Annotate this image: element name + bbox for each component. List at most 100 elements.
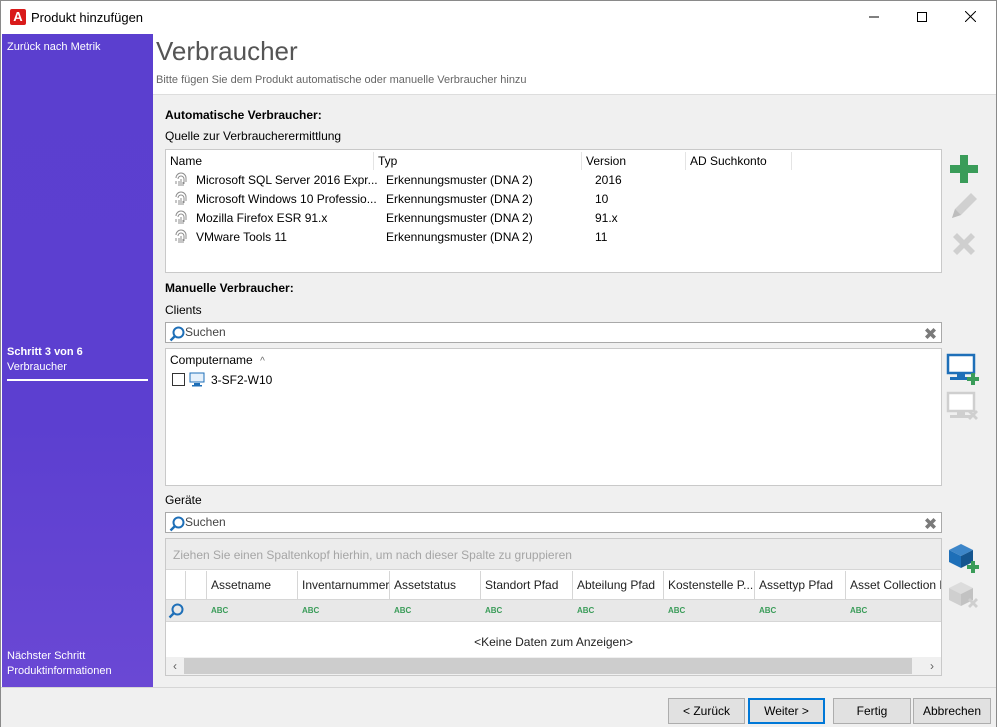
remove-device-icon — [949, 582, 978, 608]
remove-computer-icon — [946, 391, 978, 420]
consumer-name: Mozilla Firefox ESR 91.x — [196, 211, 328, 225]
computer-icon — [189, 372, 205, 387]
checkbox-column-header[interactable] — [186, 571, 207, 600]
column-header-ad-account[interactable]: AD Suchkonto — [686, 152, 792, 170]
filter-text-icon[interactable]: ABC — [485, 606, 502, 615]
remove-device-button[interactable] — [945, 578, 979, 612]
filter-text-icon[interactable]: ABC — [394, 606, 411, 615]
fingerprint-icon — [175, 229, 187, 243]
consumer-name: VMware Tools 11 — [196, 230, 287, 244]
column-header-asset-collection-path[interactable]: Asset Collection P — [846, 571, 941, 600]
consumer-name: Microsoft SQL Server 2016 Expr... — [196, 173, 378, 187]
filter-text-icon[interactable]: ABC — [759, 606, 776, 615]
scroll-left-icon[interactable]: ‹ — [166, 657, 184, 675]
devices-search-input[interactable]: Suchen — [185, 515, 226, 529]
scrollbar-thumb[interactable] — [184, 658, 912, 674]
search-icon — [169, 326, 185, 342]
source-label: Quelle zur Verbraucherermittlung — [165, 129, 342, 143]
column-header-inventory-number[interactable]: Inventarnummer — [298, 571, 390, 600]
consumer-type: Erkennungsmuster (DNA 2) — [386, 230, 533, 244]
list-item[interactable]: VMware Tools 11 Erkennungsmuster (DNA 2)… — [172, 228, 772, 247]
remove-automatic-button[interactable] — [947, 227, 981, 261]
filter-text-icon[interactable]: ABC — [302, 606, 319, 615]
add-device-button[interactable] — [945, 540, 979, 574]
list-item[interactable]: 3-SF2-W10 — [172, 372, 472, 390]
maximize-button[interactable] — [899, 1, 945, 34]
list-item[interactable]: Microsoft SQL Server 2016 Expr... Erkenn… — [172, 171, 772, 190]
search-icon — [169, 516, 185, 532]
close-button[interactable] — [947, 1, 993, 34]
row-indicator-header — [166, 571, 186, 600]
add-client-button[interactable] — [945, 352, 979, 386]
dialog-window: A Produkt hinzufügen Zurück nach Metrik … — [0, 0, 997, 727]
computername-column-header[interactable]: Computername ^ — [170, 353, 265, 367]
automatic-section-label: Automatische Verbraucher: — [165, 108, 322, 122]
page-subtitle: Bitte fügen Sie dem Produkt automatische… — [156, 74, 527, 86]
client-checkbox[interactable] — [172, 373, 185, 386]
consumer-version: 11 — [595, 230, 608, 244]
column-header-name[interactable]: Name — [166, 152, 374, 170]
devices-search-field[interactable]: Suchen — [165, 512, 942, 533]
plus-icon — [950, 155, 978, 183]
clients-label: Clients — [165, 303, 202, 317]
automatic-consumers-list[interactable]: Name Typ Version AD Suchkonto Microsoft … — [165, 149, 942, 273]
computername-header-label: Computername — [170, 353, 253, 367]
page-title: Verbraucher — [156, 36, 298, 66]
column-header-assetname[interactable]: Assetname — [207, 571, 298, 600]
column-header-type[interactable]: Typ — [374, 152, 582, 170]
filter-text-icon[interactable]: ABC — [668, 606, 685, 615]
edit-automatic-button[interactable] — [947, 189, 981, 223]
next-button[interactable]: Weiter > — [748, 698, 825, 724]
group-by-panel[interactable]: Ziehen Sie einen Spaltenkopf hierhin, um… — [166, 539, 941, 570]
fingerprint-icon — [175, 172, 187, 186]
horizontal-scrollbar[interactable]: ‹ › — [166, 657, 941, 675]
devices-grid[interactable]: Ziehen Sie einen Spaltenkopf hierhin, um… — [165, 538, 942, 676]
consumer-type: Erkennungsmuster (DNA 2) — [386, 173, 533, 187]
delete-x-icon — [953, 233, 975, 255]
back-button[interactable]: < Zurück — [668, 698, 745, 724]
close-icon — [964, 10, 976, 23]
column-header-assettype-path[interactable]: Assettyp Pfad — [755, 571, 846, 600]
filter-text-icon[interactable]: ABC — [211, 606, 228, 615]
clients-search-input[interactable]: Suchen — [185, 325, 226, 339]
app-logo-icon: A — [10, 9, 26, 25]
back-to-metric-link[interactable]: Zurück nach Metrik — [7, 40, 127, 54]
clients-list[interactable]: Computername ^ 3-SF2-W10 — [165, 348, 942, 486]
clear-search-icon[interactable] — [923, 516, 938, 531]
add-automatic-button[interactable] — [947, 152, 981, 186]
minimize-button[interactable] — [851, 1, 897, 34]
filter-text-icon[interactable]: ABC — [850, 606, 867, 615]
no-data-message: <Keine Daten zum Anzeigen> — [474, 635, 633, 649]
column-header-location-path[interactable]: Standort Pfad — [481, 571, 573, 600]
add-computer-icon — [946, 353, 979, 385]
list-item[interactable]: Microsoft Windows 10 Professio... Erkenn… — [172, 190, 772, 209]
column-header-cost-center-path[interactable]: Kostenstelle P... — [664, 571, 755, 600]
column-header-asset-status[interactable]: Assetstatus — [390, 571, 481, 600]
consumer-type: Erkennungsmuster (DNA 2) — [386, 192, 533, 206]
remove-client-button[interactable] — [945, 390, 979, 424]
filter-text-icon[interactable]: ABC — [577, 606, 594, 615]
auto-filter-row[interactable]: ABC ABC ABC ABC ABC ABC ABC ABC — [166, 600, 941, 622]
next-step-link[interactable]: Nächster Schritt Produktinformationen — [7, 649, 147, 679]
current-step-name: Verbraucher — [7, 361, 67, 373]
add-device-icon — [949, 544, 979, 573]
title-bar: A Produkt hinzufügen — [1, 1, 996, 34]
column-header-department-path[interactable]: Abteilung Pfad — [573, 571, 664, 600]
fingerprint-icon — [175, 210, 187, 224]
column-header-version[interactable]: Version — [582, 152, 686, 170]
minimize-icon — [869, 16, 879, 18]
wizard-footer: < Zurück Weiter > Fertig Abbrechen — [1, 687, 996, 727]
filter-search-icon — [168, 603, 184, 619]
finish-button[interactable]: Fertig — [833, 698, 911, 724]
sort-ascending-icon: ^ — [260, 356, 265, 367]
clients-search-field[interactable]: Suchen — [165, 322, 942, 343]
cancel-button[interactable]: Abbrechen — [913, 698, 991, 724]
fingerprint-icon — [175, 191, 187, 205]
devices-grid-header: Assetname Inventarnummer Assetstatus Sta… — [166, 571, 941, 600]
list-item[interactable]: Mozilla Firefox ESR 91.x Erkennungsmuste… — [172, 209, 772, 228]
step-indicator: Schritt 3 von 6 — [7, 346, 83, 358]
page-header: Verbraucher Bitte fügen Sie dem Produkt … — [153, 34, 996, 94]
clear-search-icon[interactable] — [923, 326, 938, 341]
scroll-right-icon[interactable]: › — [923, 657, 941, 675]
maximize-icon — [917, 12, 927, 22]
